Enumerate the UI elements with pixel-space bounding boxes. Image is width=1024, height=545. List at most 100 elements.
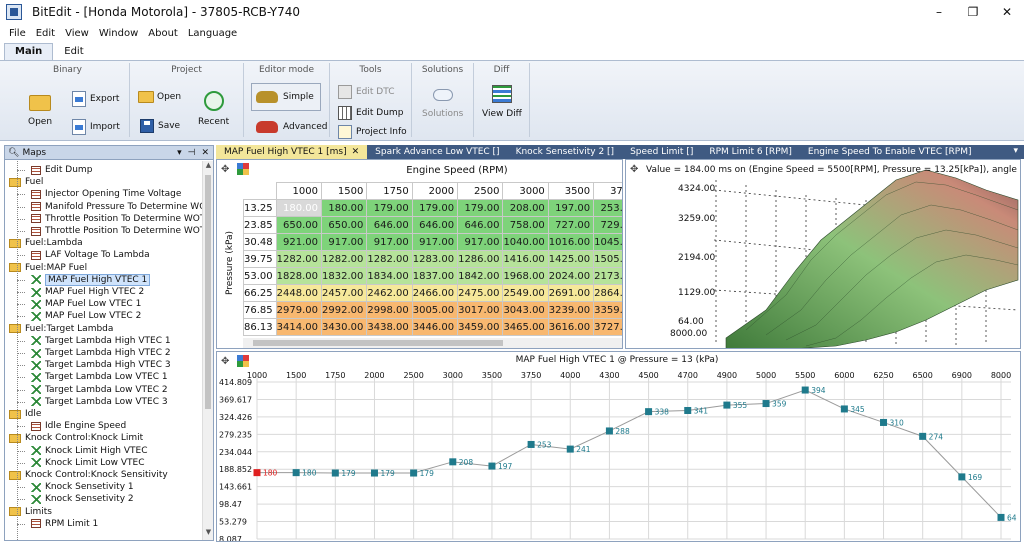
- table-cell[interactable]: 2448.00: [275, 284, 323, 302]
- tree-map-item[interactable]: Target Lambda Low VTEC 3: [31, 396, 168, 408]
- table-cell[interactable]: 3446.00: [411, 318, 459, 336]
- scroll-down-icon[interactable]: ▼: [203, 528, 214, 540]
- table-cell[interactable]: 197.00: [547, 199, 595, 217]
- table-cell[interactable]: 3459.00: [457, 318, 504, 336]
- project-open-button[interactable]: Open: [138, 91, 181, 103]
- table-cell[interactable]: 3727.0: [593, 318, 622, 336]
- table-cell[interactable]: 1282.00: [366, 250, 413, 268]
- table-cell[interactable]: 729.0: [593, 216, 622, 234]
- palette-icon[interactable]: [237, 163, 249, 175]
- tree-folder[interactable]: Fuel:Target Lambda: [9, 323, 113, 335]
- table-cell[interactable]: 2992.00: [320, 301, 368, 319]
- table-cell[interactable]: 2691.00: [547, 284, 595, 302]
- table-cell[interactable]: 1837.00: [411, 267, 459, 285]
- tree-map-item[interactable]: LAF Voltage To Lambda: [31, 249, 150, 261]
- menu-language[interactable]: Language: [183, 28, 242, 39]
- table-cell[interactable]: 917.00: [320, 233, 368, 251]
- tree-map-item[interactable]: Knock Sensetivity 2: [31, 493, 134, 505]
- view-diff-button[interactable]: View Diff: [482, 85, 522, 119]
- table-cell[interactable]: 3239.00: [547, 301, 595, 319]
- table-cell[interactable]: 1286.00: [457, 250, 504, 268]
- table-cell[interactable]: 1040.00: [502, 233, 549, 251]
- tree-map-item[interactable]: Edit Dump: [31, 164, 92, 176]
- data-point[interactable]: [723, 401, 731, 409]
- table-cell[interactable]: 3043.00: [502, 301, 549, 319]
- table-cell[interactable]: 1834.00: [366, 267, 413, 285]
- tabs-dropdown-icon[interactable]: ▾: [1013, 146, 1018, 156]
- table-cell[interactable]: 3017.00: [457, 301, 504, 319]
- data-point[interactable]: [919, 432, 927, 440]
- data-point[interactable]: [645, 408, 653, 416]
- pin-icon[interactable]: ⊣: [188, 148, 196, 158]
- tree-map-item[interactable]: Target Lambda Low VTEC 1: [31, 371, 168, 383]
- table-cell[interactable]: 179.00: [366, 199, 413, 217]
- table-cell[interactable]: 1505.0: [593, 250, 622, 268]
- solutions-button[interactable]: Solutions: [422, 89, 463, 119]
- table-cell[interactable]: 727.00: [547, 216, 595, 234]
- table-cell[interactable]: 2549.00: [502, 284, 549, 302]
- advanced-mode-button[interactable]: Advanced: [256, 121, 327, 133]
- table-cell[interactable]: 3465.00: [502, 318, 549, 336]
- tree-map-item[interactable]: Knock Limit Low VTEC: [31, 457, 145, 469]
- document-tab[interactable]: Speed Limit []: [622, 145, 701, 159]
- table-cell[interactable]: 1282.00: [275, 250, 323, 268]
- data-point[interactable]: [449, 458, 457, 466]
- restore-button[interactable]: ❐: [956, 0, 990, 24]
- tree-folder[interactable]: Limits: [9, 506, 52, 518]
- table-cell[interactable]: 1283.00: [411, 250, 459, 268]
- tree-map-item[interactable]: Injector Opening Time Voltage: [31, 188, 181, 200]
- data-point[interactable]: [527, 440, 535, 448]
- table-cell[interactable]: 1425.00: [547, 250, 595, 268]
- export-button[interactable]: Export: [72, 91, 119, 107]
- data-point[interactable]: [762, 400, 770, 408]
- table-cell[interactable]: 917.00: [411, 233, 459, 251]
- data-point[interactable]: [684, 406, 692, 414]
- table-cell[interactable]: 1832.00: [320, 267, 368, 285]
- import-button[interactable]: Import: [72, 119, 120, 135]
- table-cell[interactable]: 2173.0: [593, 267, 622, 285]
- table-cell[interactable]: 2864.0: [593, 284, 622, 302]
- table-cell[interactable]: 1282.00: [320, 250, 368, 268]
- data-point[interactable]: [370, 469, 378, 477]
- tree-folder[interactable]: Knock Control:Knock Sensitivity: [9, 469, 168, 481]
- maps-scrollbar[interactable]: ▲ ▼: [202, 161, 213, 540]
- tree-map-item[interactable]: MAP Fuel Low VTEC 2: [31, 310, 141, 322]
- tree-folder[interactable]: Fuel:Lambda: [9, 237, 83, 249]
- data-point[interactable]: [958, 473, 966, 481]
- edit-dump-button[interactable]: Edit Dump: [338, 106, 403, 120]
- selected-data-point[interactable]: [253, 469, 261, 477]
- data-point[interactable]: [840, 405, 848, 413]
- table-cell[interactable]: 253.0: [593, 199, 622, 217]
- table-cell[interactable]: 2998.00: [366, 301, 413, 319]
- plot3d-move-icon[interactable]: ✥: [630, 164, 638, 175]
- data-point[interactable]: [997, 513, 1005, 521]
- data-point[interactable]: [488, 462, 496, 470]
- tab-close-icon[interactable]: ✕: [352, 147, 360, 157]
- scroll-thumb[interactable]: [205, 175, 211, 409]
- ribbon-tab-edit[interactable]: Edit: [53, 43, 94, 60]
- tree-folder[interactable]: Knock Control:Knock Limit: [9, 432, 143, 444]
- menu-about[interactable]: About: [143, 28, 183, 39]
- menu-view[interactable]: View: [60, 28, 94, 39]
- table-cell[interactable]: 3359.0: [593, 301, 622, 319]
- table-cell[interactable]: 1016.00: [547, 233, 595, 251]
- table-cell[interactable]: 646.00: [366, 216, 413, 234]
- table-horizontal-scrollbar[interactable]: [243, 338, 622, 348]
- tree-map-item[interactable]: Throttle Position To Determine WOT 2: [31, 225, 203, 237]
- close-button[interactable]: ✕: [990, 0, 1024, 24]
- table-cell[interactable]: 1045.0: [593, 233, 622, 251]
- table-cell[interactable]: 650.00: [275, 216, 323, 234]
- data-point[interactable]: [801, 386, 809, 394]
- table-cell[interactable]: 646.00: [411, 216, 459, 234]
- line-chart[interactable]: 414.809369.617324.426279.235234.044188.8…: [217, 352, 1021, 542]
- document-tab[interactable]: Knock Sensetivity 2 []: [508, 145, 623, 159]
- document-tab[interactable]: MAP Fuel High VTEC 1 [ms] ✕: [216, 145, 368, 159]
- table-cell[interactable]: 3430.00: [320, 318, 368, 336]
- save-button[interactable]: Save: [140, 119, 180, 133]
- tree-folder[interactable]: Fuel: [9, 176, 43, 188]
- panel-menu-icon[interactable]: ▾: [177, 148, 182, 158]
- table-cell[interactable]: 2979.00: [275, 301, 323, 319]
- tree-map-item[interactable]: MAP Fuel Low VTEC 1: [31, 298, 141, 310]
- data-point[interactable]: [605, 427, 613, 435]
- table-cell[interactable]: 3005.00: [411, 301, 459, 319]
